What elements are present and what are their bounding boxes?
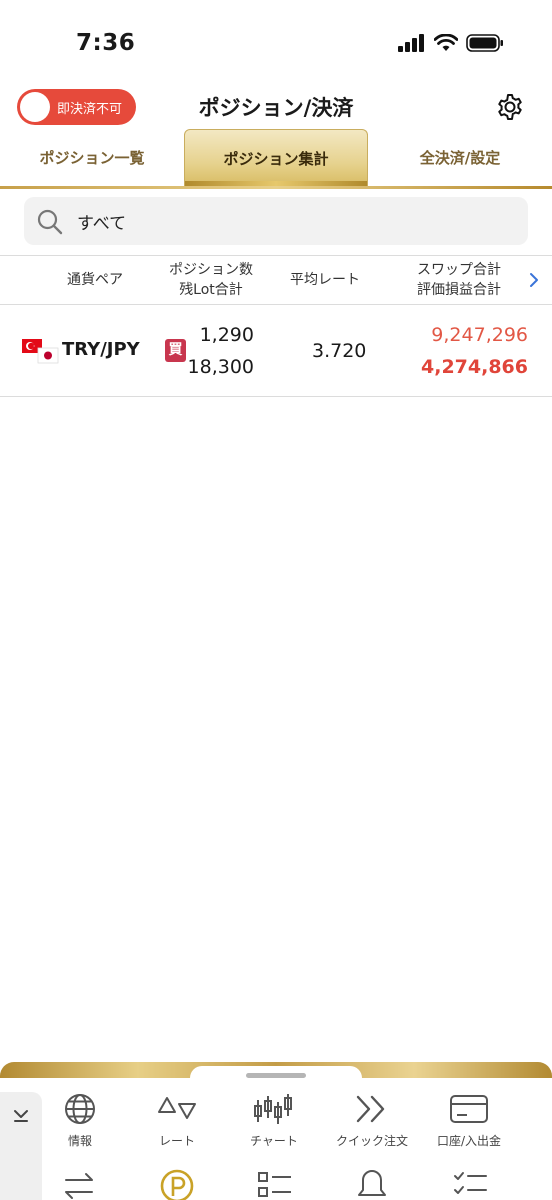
- tab-settle-all-settings[interactable]: 全決済/設定: [368, 129, 552, 186]
- lot-total: 18,300: [187, 356, 254, 378]
- menu-item-info[interactable]: 情報: [30, 1092, 130, 1149]
- page-title: ポジション/決済: [198, 96, 354, 120]
- menu-label-info: 情報: [67, 1134, 92, 1148]
- header-pair: 通貨ペア: [67, 272, 123, 288]
- table-row[interactable]: TRY/JPY 買 1,290 18,300 3.720 9,247,296 4…: [0, 305, 552, 397]
- header-swap-line2: 評価損益合計: [417, 282, 501, 298]
- average-rate: 3.720: [312, 340, 367, 362]
- menu-label-chart: チャート: [250, 1134, 298, 1148]
- transfer-arrows-icon[interactable]: [62, 1170, 96, 1200]
- menu-item-account[interactable]: 口座/入出金: [419, 1092, 519, 1149]
- list-icon[interactable]: [257, 1170, 293, 1200]
- globe-icon: [65, 1094, 95, 1124]
- header-count: ポジション数 残Lot合計: [158, 260, 264, 300]
- pl-total: 4,274,866: [421, 356, 528, 378]
- header: 即決済不可 ポジション/決済: [0, 86, 552, 130]
- header-count-line1: ポジション数: [169, 262, 253, 278]
- swap-total: 9,247,296: [431, 324, 528, 346]
- gear-icon[interactable]: [495, 92, 525, 122]
- menu-item-rate[interactable]: レート: [127, 1092, 227, 1149]
- wifi-icon: [434, 34, 458, 51]
- bell-icon[interactable]: [355, 1168, 389, 1200]
- battery-icon: [466, 34, 503, 52]
- tab-position-list[interactable]: ポジション一覧: [0, 129, 184, 186]
- menu-label-quick-order: クイック注文: [335, 1134, 408, 1148]
- points-icon[interactable]: [159, 1168, 195, 1200]
- menu-item-chart[interactable]: チャート: [224, 1092, 324, 1149]
- header-rate: 平均レート: [290, 272, 360, 288]
- candlestick-icon: [254, 1094, 292, 1124]
- table-header: 通貨ペア ポジション数 残Lot合計 平均レート スワップ合計 評価損益合計: [0, 255, 552, 305]
- currency-pair: TRY/JPY: [62, 339, 140, 360]
- menu-label-rate: レート: [158, 1134, 195, 1148]
- status-bar: 7:36: [0, 0, 552, 88]
- tab-position-summary[interactable]: ポジション集計: [184, 129, 368, 189]
- signal-icon: [398, 34, 424, 52]
- chevron-right-icon[interactable]: [528, 270, 540, 290]
- card-icon: [450, 1095, 488, 1123]
- header-swap-line1: スワップ合計: [417, 262, 501, 278]
- search-input[interactable]: すべて: [24, 197, 528, 245]
- checklist-icon[interactable]: [452, 1170, 488, 1200]
- search-value: すべて: [77, 214, 127, 234]
- bottom-menu: 情報 レート チャート クイック注文 口座/入出金: [0, 1062, 552, 1200]
- status-time: 7:36: [76, 30, 136, 56]
- position-count: 1,290: [199, 324, 254, 346]
- buy-badge: 買: [165, 339, 186, 362]
- tab-bar: ポジション一覧 ポジション集計 全決済/設定: [0, 129, 552, 189]
- chevron-down-icon: [14, 1110, 28, 1122]
- menu-item-quick-order[interactable]: クイック注文: [322, 1092, 422, 1149]
- rate-triangles-icon: [158, 1097, 196, 1119]
- header-count-line2: 残Lot合計: [179, 282, 243, 298]
- double-chevron-icon: [356, 1095, 385, 1123]
- currency-flags-icon: [22, 339, 59, 364]
- tab-underline: [0, 186, 552, 189]
- header-swap: スワップ合計 評価損益合計: [404, 260, 514, 300]
- status-icons: [398, 34, 504, 52]
- search-icon: [37, 209, 63, 235]
- menu-label-account: 口座/入出金: [436, 1134, 502, 1148]
- drag-handle[interactable]: [246, 1073, 306, 1078]
